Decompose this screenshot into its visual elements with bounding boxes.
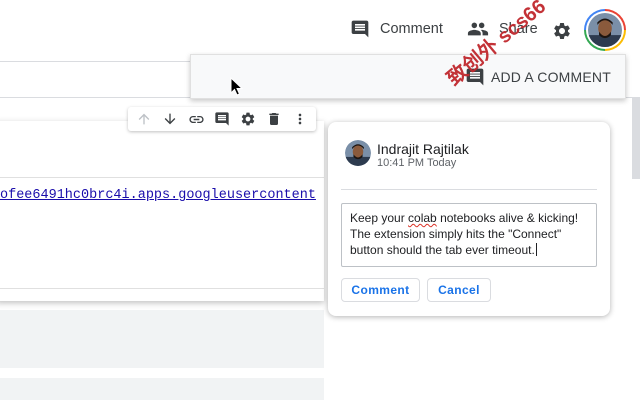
cell-input-divider xyxy=(0,177,324,178)
next-cell[interactable] xyxy=(0,310,324,368)
comment-time: 10:41 PM Today xyxy=(377,157,457,169)
cell-toolbar xyxy=(128,107,316,131)
cell-settings-button[interactable] xyxy=(238,109,258,129)
comment-dialog: Indrajit Rajtilak 10:41 PM Today Keep yo… xyxy=(328,122,610,316)
delete-icon xyxy=(269,113,279,125)
more-options-button[interactable] xyxy=(290,109,310,129)
delete-cell-button[interactable] xyxy=(264,109,284,129)
author-name: Indrajit Rajtilak xyxy=(377,141,469,157)
avatar-image xyxy=(588,13,622,47)
misspelled-word: colab xyxy=(408,211,437,225)
link-icon xyxy=(188,115,204,123)
comment-text-part: Keep your xyxy=(350,211,409,225)
add-comment-menu[interactable]: ADD A COMMENT xyxy=(190,54,626,99)
dialog-divider xyxy=(341,189,597,190)
comment-icon xyxy=(351,20,369,38)
submit-comment-button[interactable]: Comment xyxy=(341,278,420,302)
cell-output-link[interactable]: ofee6491hc0brc4i.apps.googleusercontent xyxy=(0,188,316,203)
header-comment-button[interactable]: Comment xyxy=(350,17,443,41)
cancel-comment-button[interactable]: Cancel xyxy=(427,278,491,302)
comment-label: Comment xyxy=(380,21,443,37)
comment-icon xyxy=(215,112,229,126)
cell-comment-button[interactable] xyxy=(212,109,232,129)
arrow-down-icon xyxy=(164,113,176,125)
move-up-button[interactable] xyxy=(134,109,154,129)
user-avatar[interactable] xyxy=(584,9,626,51)
code-cell[interactable]: ofee6491hc0brc4i.apps.googleusercontent xyxy=(0,121,324,301)
next-cell-2[interactable] xyxy=(0,378,324,400)
gear-icon xyxy=(241,112,255,126)
gear-icon xyxy=(554,22,570,39)
comment-textarea[interactable]: Keep your colab notebooks alive & kickin… xyxy=(341,203,597,267)
cell-output-divider xyxy=(0,288,324,289)
move-down-button[interactable] xyxy=(160,109,180,129)
mouse-cursor-icon xyxy=(230,77,244,96)
colab-window: Comment Share ADD A COMMENT ofee6491hc0b… xyxy=(0,0,640,400)
add-comment-label: ADD A COMMENT xyxy=(490,68,611,85)
more-vert-icon xyxy=(298,113,302,125)
header-divider xyxy=(0,61,190,62)
header-settings-button[interactable] xyxy=(552,19,572,43)
avatar-image xyxy=(345,140,371,166)
link-button[interactable] xyxy=(186,109,206,129)
scrollbar[interactable] xyxy=(632,97,640,179)
arrow-up-icon xyxy=(138,113,150,125)
text-caret xyxy=(535,243,537,256)
author-avatar xyxy=(345,140,371,166)
